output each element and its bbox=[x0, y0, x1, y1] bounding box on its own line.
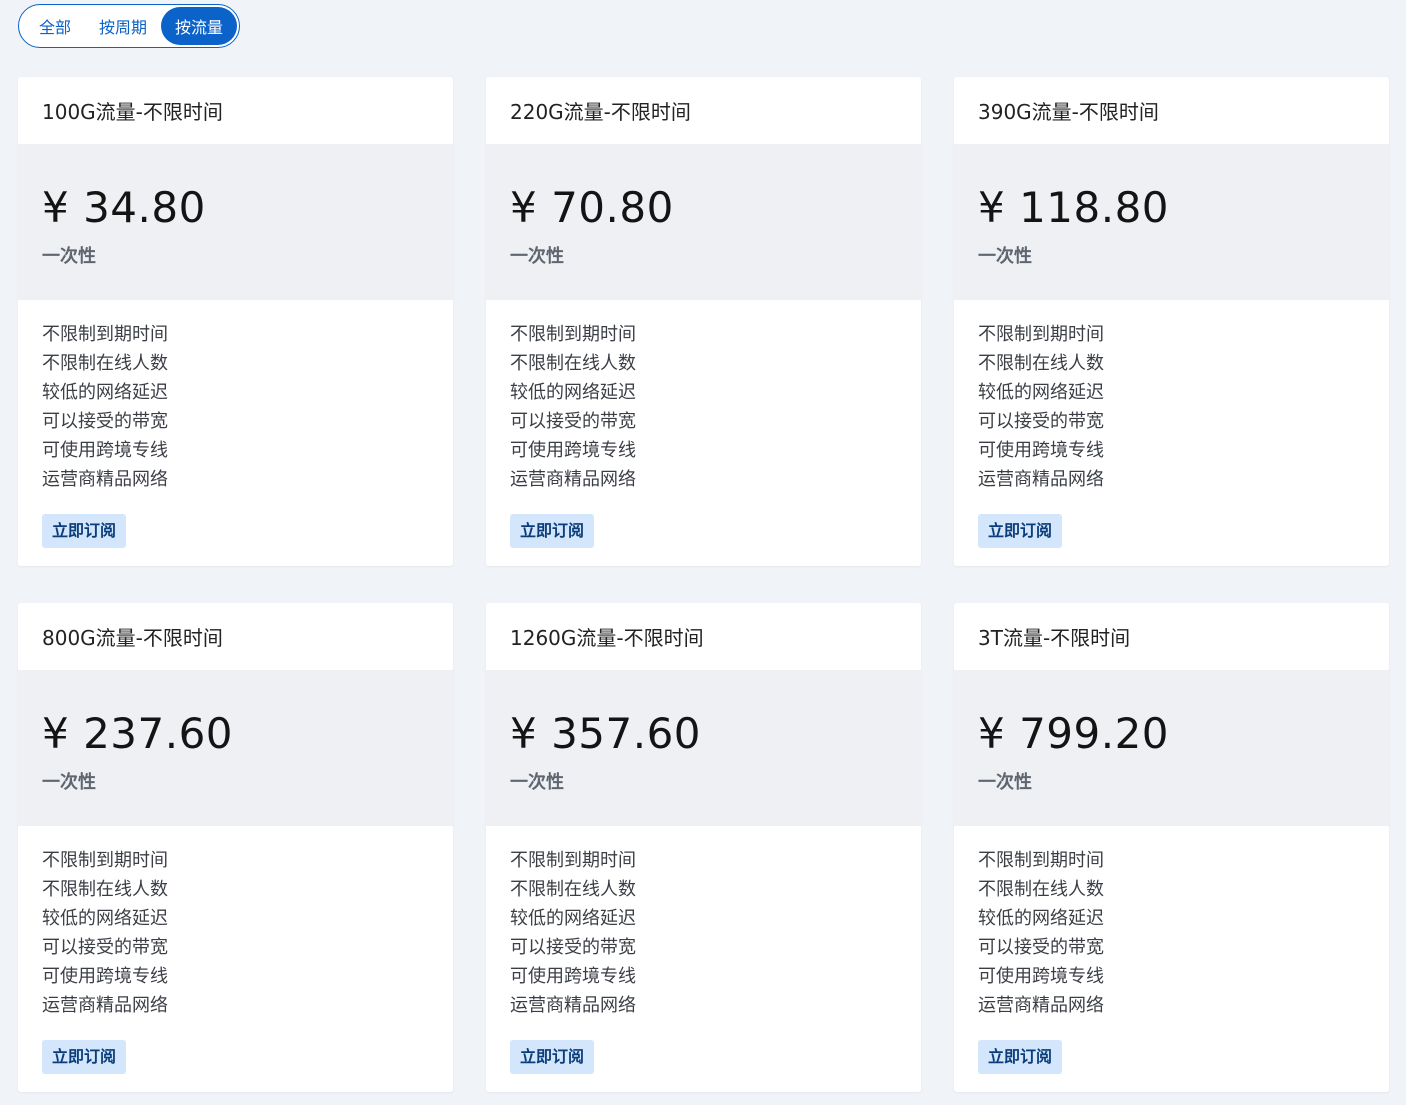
plan-card-3t: 3T流量-不限时间 ¥ 799.20 一次性 不限制到期时间 不限制在线人数 较… bbox=[954, 603, 1389, 1092]
plan-title: 800G流量-不限时间 bbox=[42, 626, 223, 650]
feature-item: 运营商精品网络 bbox=[510, 995, 636, 1016]
plan-price: ¥ 34.80 bbox=[42, 183, 206, 232]
plan-period: 一次性 bbox=[42, 246, 96, 267]
feature-item: 较低的网络延迟 bbox=[42, 382, 168, 403]
filter-by-period-button[interactable]: 按周期 bbox=[85, 7, 161, 45]
feature-item: 运营商精品网络 bbox=[42, 469, 168, 490]
subscribe-button[interactable]: 立即订阅 bbox=[510, 1040, 595, 1074]
feature-list: 不限制到期时间 不限制在线人数 较低的网络延迟 可以接受的带宽 可使用跨境专线 … bbox=[18, 826, 453, 1020]
plan-price: ¥ 799.20 bbox=[978, 709, 1170, 758]
plan-price: ¥ 118.80 bbox=[978, 183, 1170, 232]
feature-item: 不限制到期时间 bbox=[42, 324, 168, 345]
feature-item: 可以接受的带宽 bbox=[510, 937, 636, 958]
plan-filter-tabs: 全部 按周期 按流量 bbox=[18, 4, 241, 48]
plan-period: 一次性 bbox=[978, 772, 1032, 793]
price-block: ¥ 34.80 一次性 bbox=[18, 144, 453, 300]
feature-item: 不限制到期时间 bbox=[978, 324, 1104, 345]
feature-item: 不限制在线人数 bbox=[42, 879, 168, 900]
feature-item: 可以接受的带宽 bbox=[978, 411, 1104, 432]
subscribe-button[interactable]: 立即订阅 bbox=[42, 514, 127, 548]
feature-item: 可使用跨境专线 bbox=[510, 440, 636, 461]
plans-page: 全部 按周期 按流量 100G流量-不限时间 ¥ 34.80 一次性 不限制到期… bbox=[0, 0, 1406, 1105]
feature-item: 不限制在线人数 bbox=[978, 879, 1104, 900]
subscribe-button[interactable]: 立即订阅 bbox=[978, 514, 1063, 548]
price-block: ¥ 70.80 一次性 bbox=[486, 144, 921, 300]
feature-item: 运营商精品网络 bbox=[978, 469, 1104, 490]
feature-list: 不限制到期时间 不限制在线人数 较低的网络延迟 可以接受的带宽 可使用跨境专线 … bbox=[954, 826, 1389, 1020]
plan-title: 100G流量-不限时间 bbox=[42, 100, 223, 124]
plan-card-1260g: 1260G流量-不限时间 ¥ 357.60 一次性 不限制到期时间 不限制在线人… bbox=[486, 603, 921, 1092]
feature-item: 运营商精品网络 bbox=[510, 469, 636, 490]
plan-price: ¥ 70.80 bbox=[510, 183, 674, 232]
plan-price: ¥ 357.60 bbox=[510, 709, 702, 758]
plan-title: 3T流量-不限时间 bbox=[978, 626, 1131, 650]
price-block: ¥ 357.60 一次性 bbox=[486, 670, 921, 826]
price-block: ¥ 799.20 一次性 bbox=[954, 670, 1389, 826]
plan-card-390g: 390G流量-不限时间 ¥ 118.80 一次性 不限制到期时间 不限制在线人数… bbox=[954, 77, 1389, 566]
feature-item: 不限制在线人数 bbox=[510, 879, 636, 900]
feature-item: 不限制在线人数 bbox=[978, 353, 1104, 374]
feature-item: 不限制到期时间 bbox=[510, 324, 636, 345]
plan-title: 390G流量-不限时间 bbox=[978, 100, 1159, 124]
feature-item: 运营商精品网络 bbox=[978, 995, 1104, 1016]
plan-title: 1260G流量-不限时间 bbox=[510, 626, 704, 650]
filter-all-button[interactable]: 全部 bbox=[25, 7, 85, 45]
feature-item: 可以接受的带宽 bbox=[510, 411, 636, 432]
feature-list: 不限制到期时间 不限制在线人数 较低的网络延迟 可以接受的带宽 可使用跨境专线 … bbox=[486, 300, 921, 494]
filter-by-traffic-button[interactable]: 按流量 bbox=[161, 7, 238, 45]
feature-item: 可使用跨境专线 bbox=[978, 966, 1104, 987]
feature-item: 不限制到期时间 bbox=[978, 850, 1104, 871]
feature-item: 可使用跨境专线 bbox=[42, 440, 168, 461]
plan-title: 220G流量-不限时间 bbox=[510, 100, 691, 124]
feature-item: 可使用跨境专线 bbox=[510, 966, 636, 987]
feature-list: 不限制到期时间 不限制在线人数 较低的网络延迟 可以接受的带宽 可使用跨境专线 … bbox=[18, 300, 453, 494]
plan-card-220g: 220G流量-不限时间 ¥ 70.80 一次性 不限制到期时间 不限制在线人数 … bbox=[486, 77, 921, 566]
feature-list: 不限制到期时间 不限制在线人数 较低的网络延迟 可以接受的带宽 可使用跨境专线 … bbox=[954, 300, 1389, 494]
feature-item: 不限制到期时间 bbox=[42, 850, 168, 871]
plan-period: 一次性 bbox=[978, 246, 1032, 267]
feature-item: 较低的网络延迟 bbox=[978, 382, 1104, 403]
subscribe-button[interactable]: 立即订阅 bbox=[978, 1040, 1063, 1074]
feature-item: 可以接受的带宽 bbox=[42, 937, 168, 958]
feature-item: 可以接受的带宽 bbox=[42, 411, 168, 432]
feature-item: 不限制在线人数 bbox=[42, 353, 168, 374]
feature-item: 可以接受的带宽 bbox=[978, 937, 1104, 958]
subscribe-button[interactable]: 立即订阅 bbox=[42, 1040, 127, 1074]
price-block: ¥ 237.60 一次性 bbox=[18, 670, 453, 826]
feature-item: 较低的网络延迟 bbox=[510, 908, 636, 929]
feature-item: 不限制到期时间 bbox=[510, 850, 636, 871]
feature-item: 可使用跨境专线 bbox=[978, 440, 1104, 461]
plan-card-800g: 800G流量-不限时间 ¥ 237.60 一次性 不限制到期时间 不限制在线人数… bbox=[18, 603, 453, 1092]
feature-item: 较低的网络延迟 bbox=[42, 908, 168, 929]
price-block: ¥ 118.80 一次性 bbox=[954, 144, 1389, 300]
plan-price: ¥ 237.60 bbox=[42, 709, 234, 758]
plan-period: 一次性 bbox=[510, 246, 564, 267]
feature-item: 可使用跨境专线 bbox=[42, 966, 168, 987]
plan-card-100g: 100G流量-不限时间 ¥ 34.80 一次性 不限制到期时间 不限制在线人数 … bbox=[18, 77, 453, 566]
feature-item: 较低的网络延迟 bbox=[978, 908, 1104, 929]
feature-item: 不限制在线人数 bbox=[510, 353, 636, 374]
plan-period: 一次性 bbox=[510, 772, 564, 793]
feature-item: 运营商精品网络 bbox=[42, 995, 168, 1016]
subscribe-button[interactable]: 立即订阅 bbox=[510, 514, 595, 548]
feature-list: 不限制到期时间 不限制在线人数 较低的网络延迟 可以接受的带宽 可使用跨境专线 … bbox=[486, 826, 921, 1020]
plan-period: 一次性 bbox=[42, 772, 96, 793]
feature-item: 较低的网络延迟 bbox=[510, 382, 636, 403]
plan-grid: 100G流量-不限时间 ¥ 34.80 一次性 不限制到期时间 不限制在线人数 … bbox=[18, 77, 1390, 1092]
